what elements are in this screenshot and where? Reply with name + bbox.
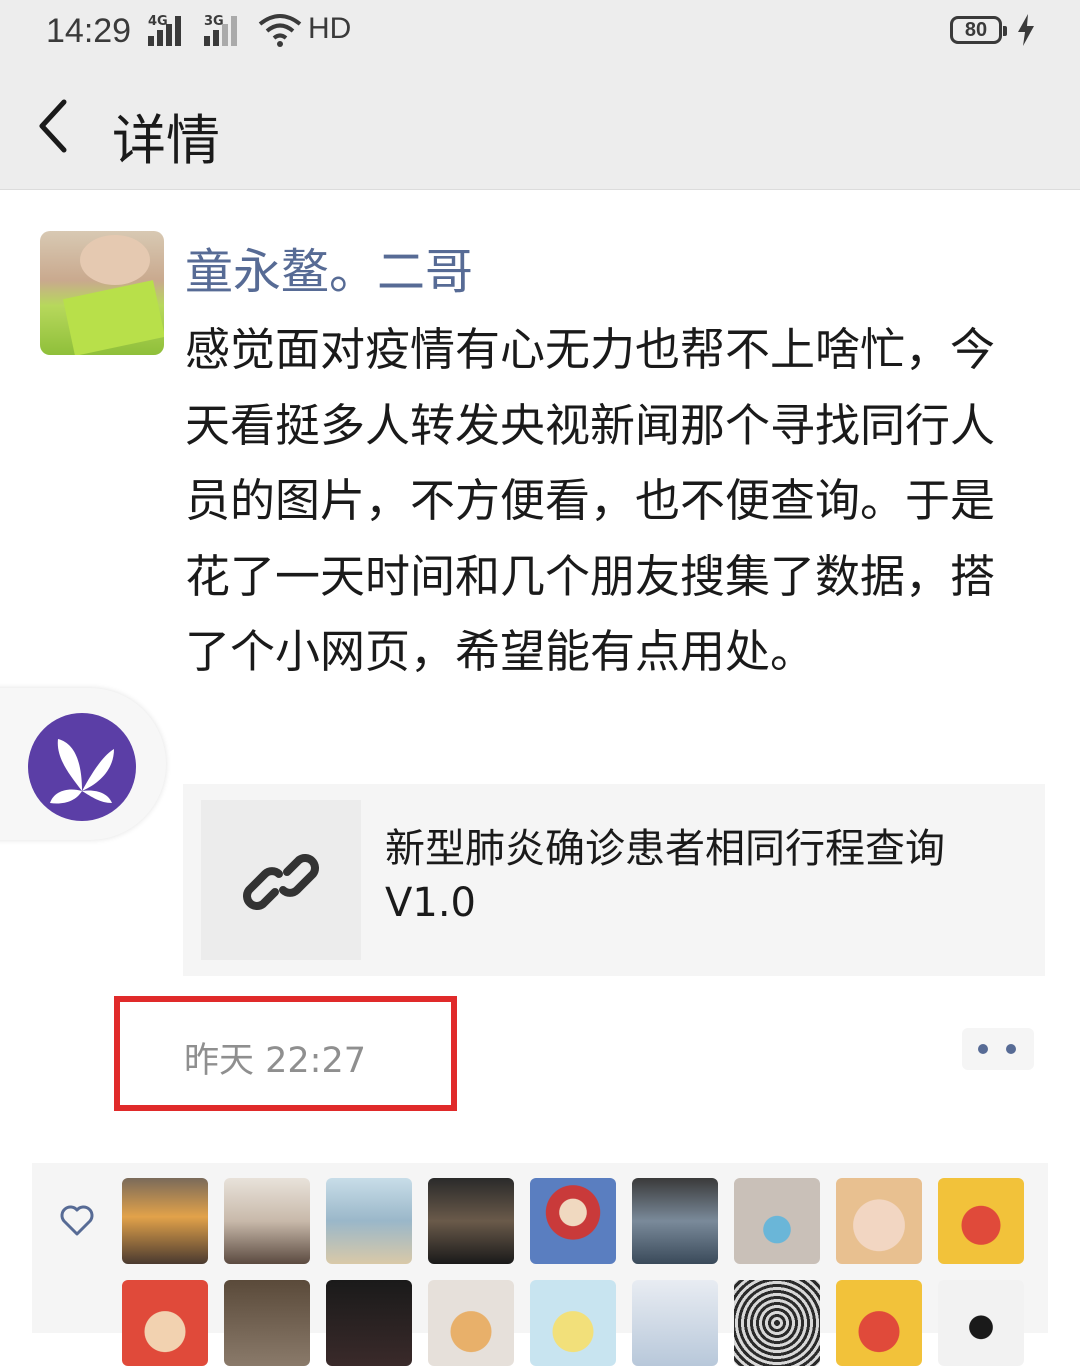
liker-avatar[interactable] xyxy=(224,1178,310,1264)
liker-avatar[interactable] xyxy=(836,1280,922,1366)
liker-avatar[interactable] xyxy=(632,1280,718,1366)
likes-panel xyxy=(32,1163,1048,1366)
liker-avatar[interactable] xyxy=(938,1178,1024,1264)
butterfly-icon xyxy=(50,739,114,804)
liker-avatar[interactable] xyxy=(734,1178,820,1264)
battery-icon: 80 xyxy=(950,16,1007,44)
liker-avatar[interactable] xyxy=(530,1178,616,1264)
status-time: 14:29 xyxy=(46,12,132,50)
liker-avatar[interactable] xyxy=(122,1178,208,1264)
more-actions-button[interactable] xyxy=(962,1028,1034,1070)
author-name[interactable]: 童永鳌。二哥 xyxy=(185,232,473,302)
shared-link-card[interactable]: 新型肺炎确诊患者相同行程查询V1.0 xyxy=(183,784,1045,976)
heart-icon xyxy=(60,1205,94,1236)
liker-avatar[interactable] xyxy=(530,1280,616,1366)
signal-4g-icon: 4G xyxy=(148,14,192,46)
top-nav-bar: 详情 xyxy=(0,68,1080,190)
link-icon xyxy=(243,854,319,910)
liker-avatar[interactable] xyxy=(938,1280,1024,1366)
status-bar: 14:29 4G 3G HD 80 xyxy=(0,0,1080,68)
liker-avatar[interactable] xyxy=(836,1178,922,1264)
liker-avatar[interactable] xyxy=(632,1178,718,1264)
liker-avatar[interactable] xyxy=(326,1178,412,1264)
liker-avatar[interactable] xyxy=(122,1280,208,1366)
post-text: 感觉面对疫情有心无力也帮不上啥忙，今天看挺多人转发央视新闻那个寻找同行人员的图片… xyxy=(185,323,996,678)
charging-bolt-icon xyxy=(1018,14,1034,46)
floating-app-button[interactable] xyxy=(28,713,136,821)
liker-avatar[interactable] xyxy=(428,1280,514,1366)
signal-3g-icon: 3G xyxy=(204,14,248,46)
hd-label: HD xyxy=(308,12,352,45)
back-arrow-icon[interactable] xyxy=(32,96,72,156)
author-avatar[interactable] xyxy=(40,231,164,355)
page-title: 详情 xyxy=(112,109,220,172)
liker-avatar[interactable] xyxy=(326,1280,412,1366)
liker-avatar[interactable] xyxy=(734,1280,820,1366)
link-title: 新型肺炎确诊患者相同行程查询V1.0 xyxy=(385,826,945,926)
liker-avatar[interactable] xyxy=(224,1280,310,1366)
liker-avatar[interactable] xyxy=(428,1178,514,1264)
highlight-annotation-box xyxy=(114,996,457,1111)
link-thumbnail xyxy=(201,800,361,960)
wifi-icon xyxy=(258,14,302,47)
